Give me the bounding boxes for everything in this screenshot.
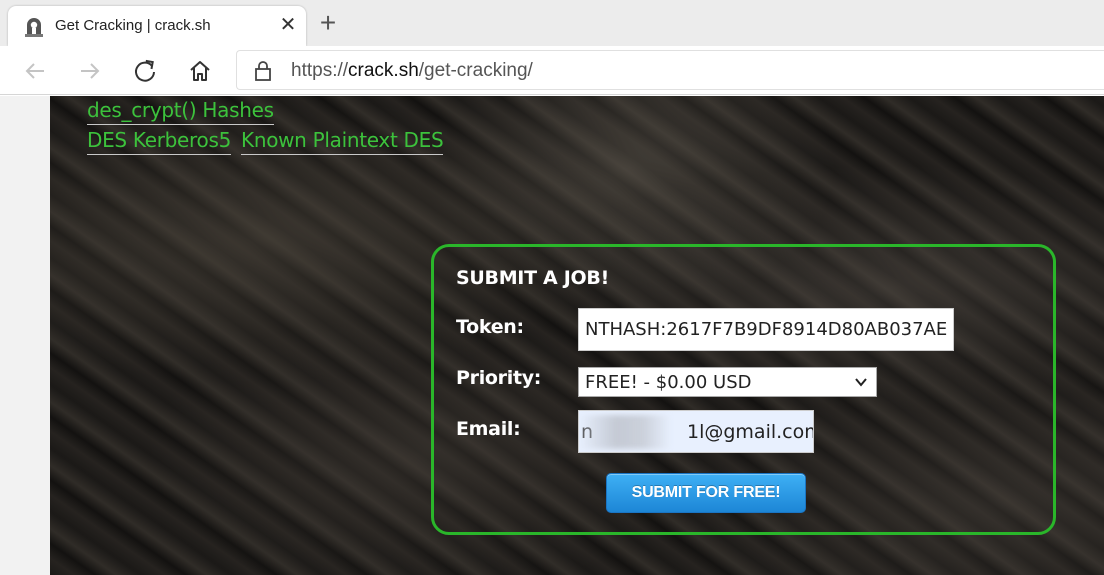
forward-icon[interactable] — [75, 56, 105, 86]
token-label: Token: — [456, 316, 524, 338]
reload-icon[interactable] — [130, 56, 160, 86]
home-icon[interactable] — [185, 56, 215, 86]
lock-icon[interactable] — [253, 60, 273, 82]
tab-strip: Get Cracking | crack.sh ✕ + — [0, 0, 1104, 46]
redaction-blur — [579, 415, 671, 449]
url-scheme: https:// — [291, 60, 349, 81]
link-known-plaintext-des[interactable]: Known Plaintext DES — [241, 128, 444, 155]
email-field[interactable]: n 1l@gmail.com — [578, 410, 814, 453]
email-label: Email: — [456, 418, 521, 440]
new-tab-icon[interactable]: + — [316, 9, 340, 37]
link-des-crypt[interactable]: des_crypt() Hashes — [87, 98, 274, 125]
page-viewport: des_crypt() Hashes DES Kerberos5 Known P… — [0, 96, 1104, 575]
address-bar[interactable]: https://crack.sh/get-cracking/ — [236, 50, 1104, 90]
priority-value: FREE! - $0.00 USD — [585, 372, 752, 393]
link-des-kerberos5[interactable]: DES Kerberos5 — [87, 128, 231, 155]
favicon-icon — [25, 18, 43, 37]
priority-select[interactable]: FREE! - $0.00 USD — [578, 367, 877, 397]
form-title: SUBMIT A JOB! — [456, 267, 609, 289]
email-value: 1l@gmail.com — [687, 421, 814, 443]
browser-toolbar: https://crack.sh/get-cracking/ — [0, 46, 1104, 95]
url-host: crack.sh — [348, 60, 419, 81]
tab-title: Get Cracking | crack.sh — [55, 17, 211, 34]
submit-button[interactable]: SUBMIT FOR FREE! — [606, 473, 806, 513]
url-path: /get-cracking/ — [418, 60, 533, 81]
back-icon[interactable] — [20, 56, 50, 86]
close-icon[interactable]: ✕ — [278, 15, 298, 35]
url-text[interactable]: https://crack.sh/get-cracking/ — [291, 60, 533, 82]
token-input[interactable]: NTHASH:2617F7B9DF8914D80AB037AE — [578, 308, 954, 351]
chevron-down-icon — [855, 378, 867, 387]
browser-tab[interactable]: Get Cracking | crack.sh ✕ — [8, 6, 306, 46]
submit-job-form: SUBMIT A JOB! Token: NTHASH:2617F7B9DF89… — [431, 244, 1056, 535]
priority-label: Priority: — [456, 367, 542, 389]
